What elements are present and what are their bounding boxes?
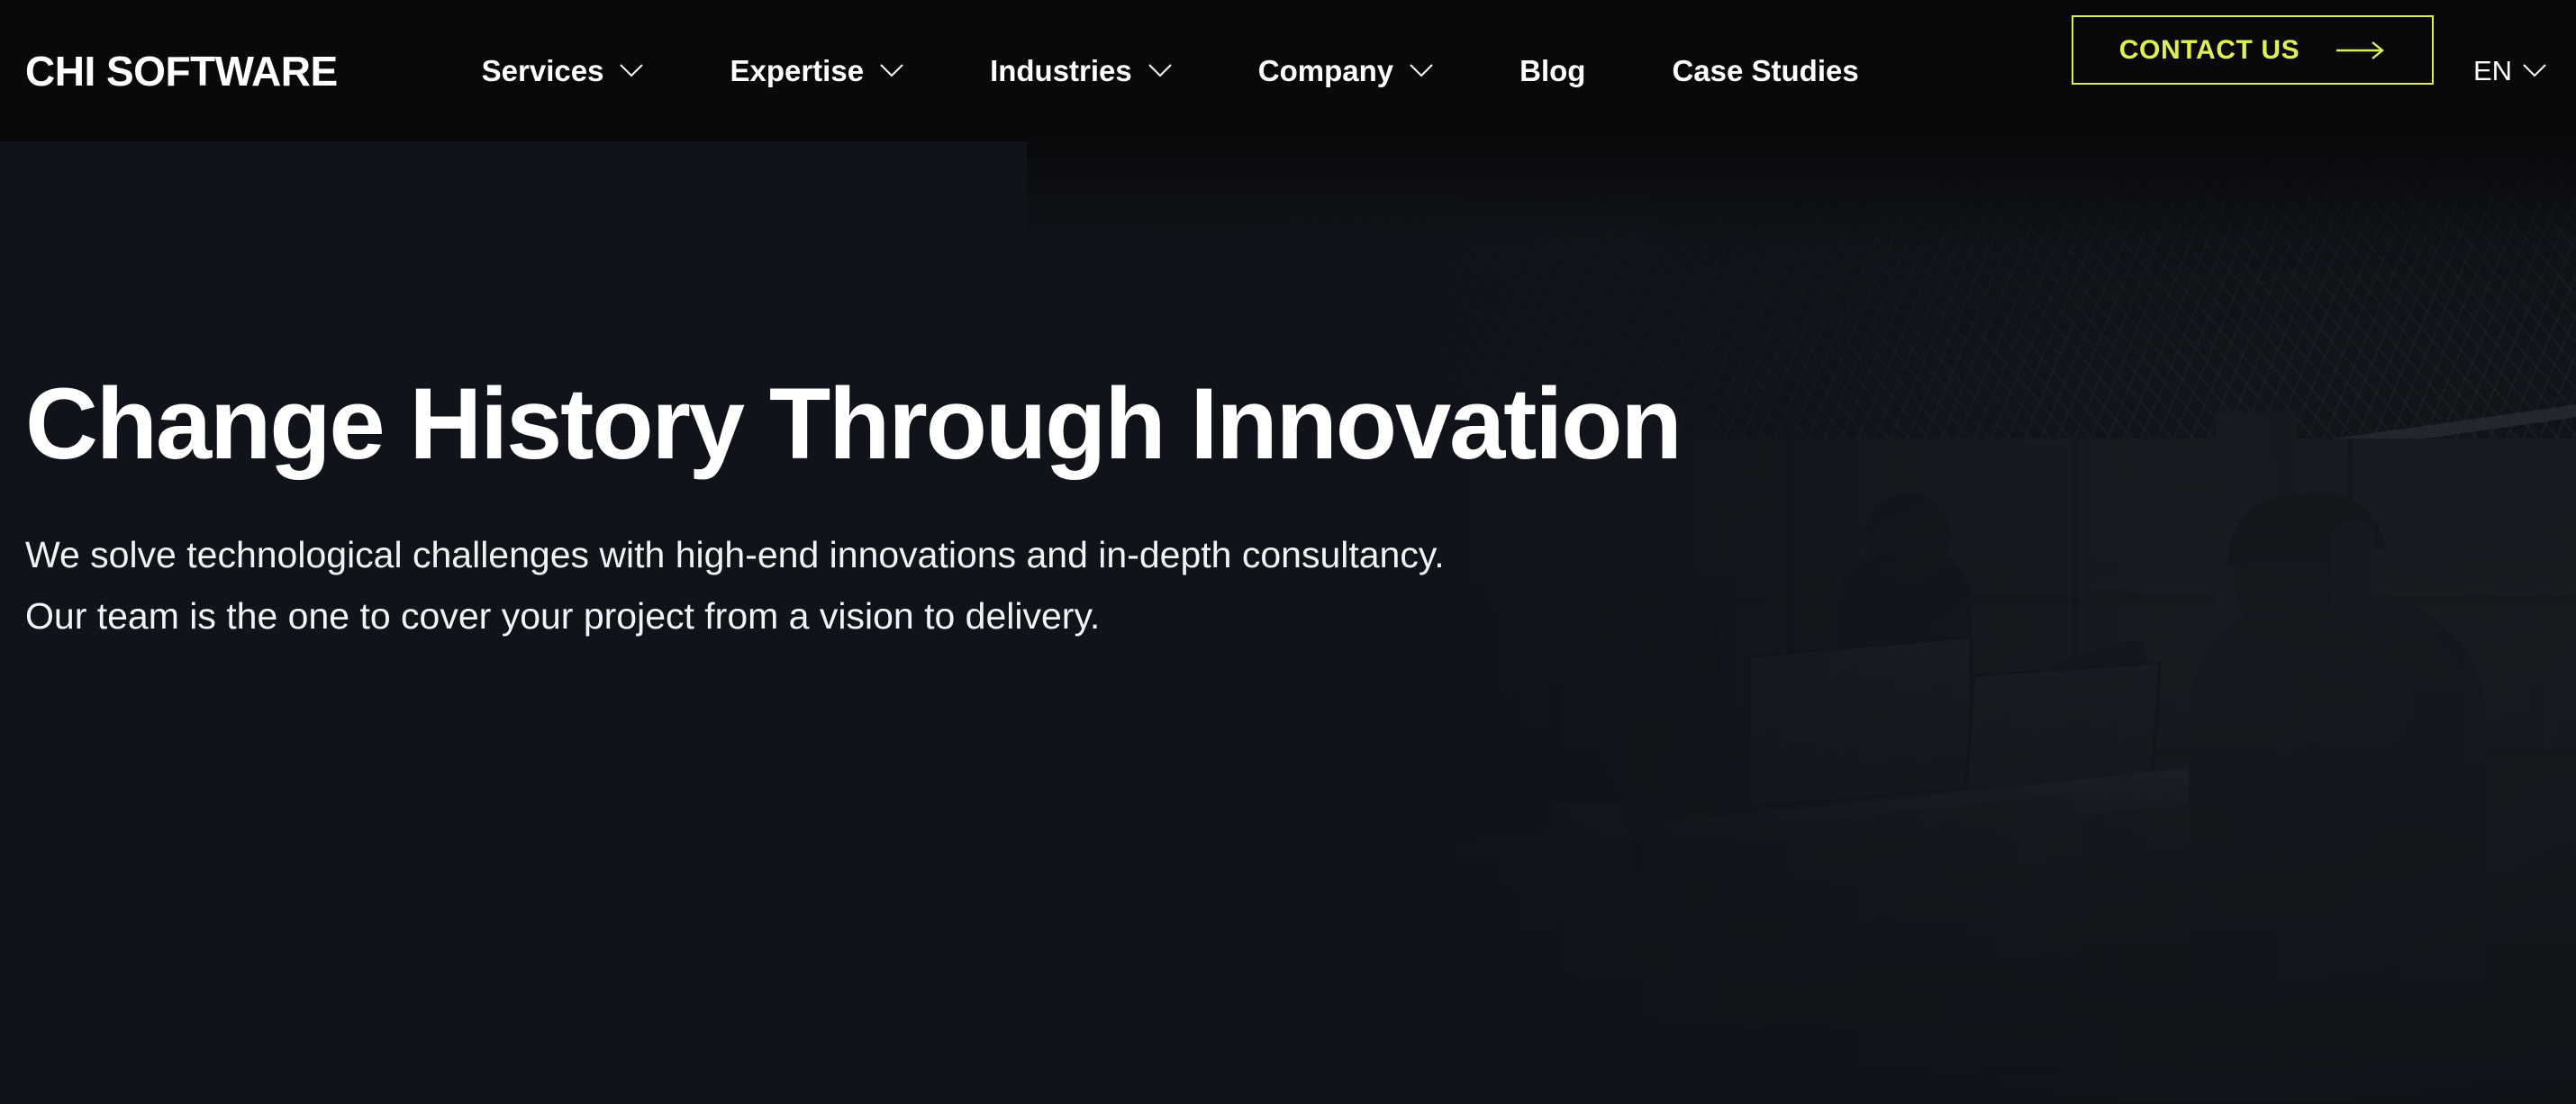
nav-item-label: Expertise	[730, 53, 865, 87]
nav-item-services[interactable]: Services	[482, 54, 644, 88]
main-navigation: Services Expertise Industries Company Bl	[482, 0, 1946, 141]
language-selected-label: EN	[2473, 54, 2513, 86]
chevron-down-icon	[1410, 64, 1433, 77]
nav-item-label: Company	[1257, 53, 1394, 87]
hero-subtitle: We solve technological challenges with h…	[25, 533, 1445, 638]
nav-item-label: Industries	[990, 53, 1132, 87]
chevron-down-icon	[880, 64, 903, 77]
nav-item-label: Case Studies	[1672, 53, 1859, 87]
hero-section: Change History Through Innovation We sol…	[0, 141, 2576, 1104]
nav-item-label: Services	[481, 53, 604, 87]
nav-item-industries[interactable]: Industries	[990, 54, 1172, 88]
hero-copy: Change History Through Innovation We sol…	[25, 141, 1881, 647]
chevron-down-icon	[2523, 64, 2546, 77]
arrow-right-icon	[2336, 41, 2386, 60]
brand-logo[interactable]: CHI SOFTWARE	[25, 50, 338, 92]
nav-item-expertise[interactable]: Expertise	[730, 54, 903, 88]
nav-item-company[interactable]: Company	[1258, 54, 1433, 88]
nav-item-label: Blog	[1519, 53, 1586, 87]
nav-item-blog[interactable]: Blog	[1519, 54, 1585, 88]
page-title: Change History Through Innovation	[25, 367, 1683, 480]
contact-us-button[interactable]: CONTACT US	[2072, 15, 2434, 85]
nav-item-case-studies[interactable]: Case Studies	[1672, 54, 1858, 88]
language-selector[interactable]: EN	[2473, 0, 2546, 141]
site-header: CHI SOFTWARE Services Expertise Industri…	[0, 0, 2576, 141]
chevron-down-icon	[620, 64, 644, 77]
chevron-down-icon	[1148, 64, 1172, 77]
contact-us-label: CONTACT US	[2118, 34, 2300, 65]
